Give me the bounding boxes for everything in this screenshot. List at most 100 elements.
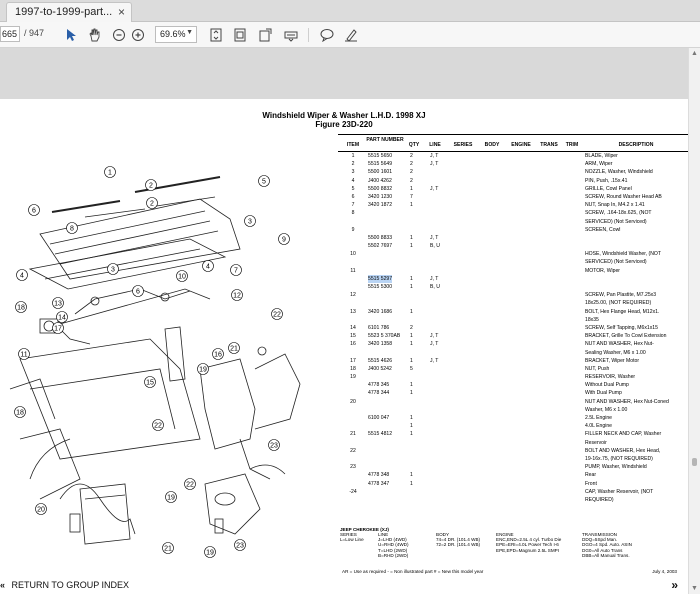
sign-pen-icon[interactable] bbox=[342, 26, 360, 44]
back-arrow-icon: « bbox=[0, 580, 6, 590]
qty-cell: 1 bbox=[410, 308, 413, 315]
description-cell: 18x25.00, (NOT REQUIRED) bbox=[585, 300, 652, 307]
zoom-value: 69.6% bbox=[160, 29, 186, 39]
page-number-input[interactable]: 665 bbox=[0, 26, 20, 42]
toolbox-icon[interactable] bbox=[282, 26, 300, 44]
pdf-viewer: 1997-to-1999-part... × 665 / 947 69.6% ▼ bbox=[0, 0, 700, 594]
part-number-cell: 5515 4626 bbox=[368, 357, 393, 364]
item-cell: 7 bbox=[351, 202, 355, 209]
callout-14: 14 bbox=[58, 315, 66, 322]
part-number-cell: 4778 344 bbox=[368, 390, 390, 397]
table-row: 18 J400 5242 5 NUT, Push bbox=[338, 365, 688, 373]
callout-10: 10 bbox=[178, 274, 186, 281]
item-cell: 5 bbox=[351, 185, 355, 192]
next-page-icon[interactable]: » bbox=[671, 578, 678, 592]
callout-11: 11 bbox=[20, 352, 27, 359]
qty-cell: 1 bbox=[410, 423, 413, 430]
fit-width-icon[interactable] bbox=[231, 26, 249, 44]
scrollbar-thumb[interactable] bbox=[692, 458, 697, 466]
fit-page-icon[interactable] bbox=[207, 26, 225, 44]
callout-2b: 2 bbox=[149, 183, 153, 190]
scroll-down-icon[interactable]: ▼ bbox=[691, 585, 698, 592]
hand-tool-icon[interactable] bbox=[86, 26, 104, 44]
toolbar: 665 / 947 69.6% ▼ bbox=[0, 22, 700, 48]
description-cell: BOLT AND WASHER, Hex Head, bbox=[585, 447, 661, 454]
part-number-cell: 6101 786 bbox=[368, 324, 390, 331]
table-row: 19 RESERVOIR, Washer bbox=[338, 373, 688, 381]
part-number-cell: 4778 347 bbox=[368, 480, 390, 487]
document-tab[interactable]: 1997-to-1999-part... × bbox=[6, 2, 132, 22]
callout-4b: 4 bbox=[206, 264, 210, 271]
table-row: 20 NUT AND WASHER, Hex Nut-Coned bbox=[338, 398, 688, 406]
description-cell: 19-16x.75, (NOT REQUIRED) bbox=[585, 455, 653, 462]
description-cell: 18x35 bbox=[585, 316, 599, 323]
description-cell: PUMP, Washer, Windshield bbox=[585, 464, 647, 471]
parts-table: ITEM PART NUMBER QTY LINE SERIES BODY EN… bbox=[338, 134, 688, 504]
part-number-cell: 5515 5300 bbox=[368, 284, 393, 290]
table-row: 5502 7697 1 B, U bbox=[338, 242, 688, 250]
rotate-icon[interactable] bbox=[257, 26, 275, 44]
header-trans: TRANS bbox=[540, 142, 558, 148]
callout-9: 9 bbox=[282, 237, 286, 244]
qty-cell: 7 bbox=[410, 193, 413, 200]
zoom-in-icon[interactable] bbox=[129, 26, 147, 44]
part-number-cell: 5500 8833 bbox=[368, 234, 393, 241]
part-number-cell: J400 4262 bbox=[368, 177, 392, 184]
line-cell: B, U bbox=[430, 243, 440, 250]
table-row: 1 5515 5650 2 J, T BLADE, Wiper bbox=[338, 152, 688, 160]
qty-cell: 1 bbox=[410, 390, 413, 397]
table-row: Washer, M6 x 1.00 bbox=[338, 406, 688, 414]
description-cell: 4.0L Engine bbox=[585, 423, 613, 430]
description-cell: Front bbox=[585, 480, 597, 487]
qty-cell: 1 bbox=[410, 185, 413, 192]
page-title: Windshield Wiper & Washer L.H.D. 1998 XJ… bbox=[262, 111, 426, 129]
item-cell: 11 bbox=[350, 267, 356, 274]
table-row: -24 CAP, Washer Reservoir, (NOT bbox=[338, 488, 688, 496]
qty-cell: 1 bbox=[410, 431, 413, 438]
description-cell: SCREEN, Cowl bbox=[585, 226, 621, 233]
item-cell: 17 bbox=[350, 357, 356, 364]
line-cell: J, T bbox=[430, 341, 439, 348]
part-number-cell: 5502 7697 bbox=[368, 243, 393, 250]
table-row: 11 MOTOR, Wiper bbox=[338, 267, 688, 275]
viewer-background bbox=[0, 48, 688, 99]
description-cell: SERVICED) (Not Serviced) bbox=[585, 259, 647, 266]
comment-icon[interactable] bbox=[318, 26, 336, 44]
return-to-group-index-link[interactable]: « RETURN TO GROUP INDEX bbox=[0, 580, 129, 590]
description-cell: NUT AND WASHER, Hex Nut- bbox=[585, 341, 654, 348]
table-row: 4778 345 1 Without Dual Pump bbox=[338, 381, 688, 389]
scroll-up-icon[interactable]: ▲ bbox=[691, 50, 698, 57]
qty-cell: 2 bbox=[410, 177, 413, 184]
callout-2: 2 bbox=[150, 201, 154, 208]
callout-18: 18 bbox=[17, 305, 25, 312]
description-cell: SCREW, Round Washer Head AB bbox=[585, 193, 662, 200]
table-row: SERVICED) (Not Serviced) bbox=[338, 258, 688, 266]
item-cell: 9 bbox=[351, 226, 355, 233]
description-cell: Washer, M6 x 1.00 bbox=[585, 406, 628, 413]
zoom-out-icon[interactable] bbox=[110, 26, 128, 44]
select-arrow-icon[interactable] bbox=[62, 26, 80, 44]
part-number-cell: 3420 1686 bbox=[368, 308, 393, 315]
footer-date: July 4, 2003 bbox=[652, 569, 677, 574]
legend-transmission: TRANSMISSION DDQ=5Spd Man. DGO=4 Spd. Au… bbox=[582, 532, 632, 558]
description-cell: CAP, Washer Reservoir, (NOT bbox=[585, 488, 654, 495]
qty-cell: 1 bbox=[410, 415, 413, 421]
table-row: 3 5500 1601 2 NOZZLE, Washer, Windshield bbox=[338, 168, 688, 176]
callout-17: 17 bbox=[54, 326, 62, 333]
zoom-select[interactable]: 69.6% ▼ bbox=[155, 26, 197, 43]
vertical-scrollbar[interactable]: ▲ ▼ bbox=[688, 48, 700, 594]
part-number-cell: 5500 8832 bbox=[368, 185, 393, 192]
line-cell: J, T bbox=[430, 153, 439, 159]
qty-cell: 1 bbox=[410, 333, 413, 340]
table-row: 6 3420 1230 7 SCREW, Round Washer Head AB bbox=[338, 193, 688, 201]
table-row: 5500 8833 1 J, T bbox=[338, 234, 688, 242]
line-cell: J, T bbox=[430, 357, 439, 364]
description-cell: SCREW, .164-18x.625, (NOT bbox=[585, 210, 652, 217]
qty-cell: 1 bbox=[410, 357, 413, 364]
callout-13: 13 bbox=[54, 301, 62, 308]
close-tab-icon[interactable]: × bbox=[118, 5, 125, 19]
description-cell: SERVICED) (Not Serviced) bbox=[585, 218, 647, 225]
item-cell: 15 bbox=[350, 333, 356, 340]
header-engine: ENGINE bbox=[511, 142, 531, 148]
callout-8: 8 bbox=[70, 226, 74, 233]
